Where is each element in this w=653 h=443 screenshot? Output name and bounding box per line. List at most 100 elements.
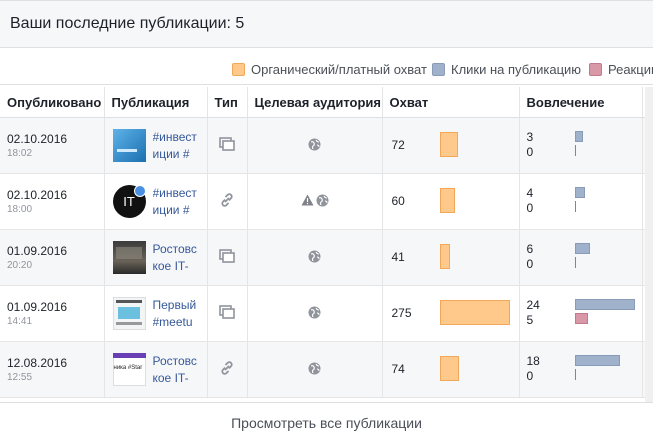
reactions-bar — [574, 201, 576, 212]
engagement-cell: 24 5 — [519, 285, 643, 342]
type-cell — [207, 285, 248, 342]
published-cell: 02.10.2016 18:00 — [0, 173, 105, 230]
post-cell[interactable]: Ростовское IT- — [104, 229, 208, 286]
page-title: Ваши последние публикации: 5 — [10, 15, 245, 32]
reactions-value: 0 — [526, 201, 534, 215]
post-title-link[interactable]: Первый #meetu — [153, 297, 199, 331]
legend-swatch-clicks — [432, 63, 445, 76]
table-row[interactable]: 02.10.2016 18:00 IT #инвестиции # 60 4 0 — [0, 173, 653, 230]
clicks-value: 4 — [526, 186, 534, 200]
post-time: 12:55 — [7, 372, 33, 383]
audience-cell — [247, 341, 383, 398]
album-icon — [219, 137, 235, 154]
globe-icon — [308, 250, 321, 266]
globe-icon — [308, 362, 321, 378]
clicks-bar — [574, 355, 620, 366]
link-icon — [219, 361, 235, 379]
post-thumbnail[interactable]: ника #Star — [112, 353, 146, 386]
reactions-bar — [574, 145, 576, 156]
column-type[interactable]: Тип — [207, 87, 248, 118]
reach-value: 72 — [391, 138, 405, 152]
reach-value: 74 — [391, 362, 405, 376]
column-reach[interactable]: Охват — [382, 87, 520, 118]
post-cell[interactable]: IT #инвестиции # — [104, 173, 208, 230]
reactions-bar — [574, 313, 588, 324]
post-title-link[interactable]: Ростовское IT- — [153, 241, 199, 275]
post-thumbnail[interactable]: IT — [112, 185, 146, 218]
column-engagement[interactable]: Вовлечение — [519, 87, 643, 118]
column-post[interactable]: Публикация — [104, 87, 208, 118]
published-cell: 02.10.2016 18:02 — [0, 117, 105, 174]
type-cell — [207, 341, 248, 398]
chart-legend: Органический/платный охват Клики на публ… — [0, 48, 653, 85]
post-time: 20:20 — [7, 260, 33, 271]
reach-cell: 275 — [382, 285, 520, 342]
post-time: 18:00 — [7, 204, 33, 215]
post-date: 01.09.2016 — [7, 244, 68, 258]
clicks-bar — [574, 243, 590, 254]
table-header-row: Опубликовано Публикация Тип Целевая ауди… — [0, 87, 653, 118]
column-published[interactable]: Опубликовано — [0, 87, 105, 118]
album-icon — [219, 249, 235, 266]
reach-value: 275 — [391, 306, 412, 320]
album-icon — [219, 305, 235, 322]
clicks-bar — [574, 131, 583, 142]
type-cell — [207, 173, 248, 230]
clicks-value: 24 — [526, 298, 540, 312]
legend-item-reach: Органический/платный охват — [232, 62, 427, 77]
legend-label-clicks: Клики на публикацию — [451, 62, 582, 77]
post-title-link[interactable]: #инвестиции # — [153, 185, 199, 219]
post-time: 14:41 — [7, 316, 33, 327]
legend-item-clicks: Клики на публикацию — [432, 62, 581, 77]
engagement-cell: 60 — [519, 229, 643, 286]
clicks-bar — [574, 299, 635, 310]
legend-label-reactions: Реакции — [608, 62, 653, 77]
post-date: 01.09.2016 — [7, 300, 68, 314]
engagement-cell: 18 0 — [519, 341, 643, 398]
audience-cell — [247, 229, 383, 286]
post-thumbnail[interactable] — [112, 129, 146, 162]
post-cell[interactable]: Первый #meetu — [104, 285, 208, 342]
table-row[interactable]: 02.10.2016 18:02 #инвестиции # 72 3 0 — [0, 117, 653, 174]
post-thumbnail[interactable] — [112, 241, 146, 274]
post-date: 02.10.2016 — [7, 132, 68, 146]
reach-bar — [439, 356, 459, 381]
reach-bar — [439, 244, 450, 269]
engagement-cell: 30 — [519, 117, 643, 174]
reach-bar — [439, 188, 455, 213]
post-thumbnail[interactable] — [112, 297, 146, 330]
column-audience[interactable]: Целевая аудитория — [247, 87, 383, 118]
reach-cell: 74 — [382, 341, 520, 398]
audience-cell — [247, 173, 383, 230]
table-row[interactable]: 12.08.2016 12:55 ника #Star Ростовское IT- 7… — [0, 341, 653, 398]
table-row[interactable]: 01.09.2016 20:20 Ростовское IT- 41 6 0 — [0, 229, 653, 286]
clicks-value: 18 — [526, 354, 540, 368]
type-cell — [207, 117, 248, 174]
post-cell[interactable]: ника #Star Ростовское IT- — [104, 341, 208, 398]
reach-cell: 41 — [382, 229, 520, 286]
published-cell: 01.09.2016 14:41 — [0, 285, 105, 342]
legend-swatch-reactions — [589, 63, 602, 76]
audience-cell — [247, 285, 383, 342]
table-scrollbar[interactable] — [645, 87, 653, 402]
post-cell[interactable]: #инвестиции # — [104, 117, 208, 174]
post-title-link[interactable]: Ростовское IT- — [153, 353, 199, 387]
post-date: 12.08.2016 — [7, 356, 68, 370]
post-title-link[interactable]: #инвестиции # — [153, 129, 199, 163]
reactions-value: 0 — [526, 369, 534, 383]
view-all-posts-link[interactable]: Просмотреть все публикации — [0, 402, 653, 443]
reach-bar — [439, 132, 458, 157]
post-time: 18:02 — [7, 148, 33, 159]
clicks-value: 3 — [526, 130, 534, 144]
reach-cell: 72 — [382, 117, 520, 174]
table-row[interactable]: 01.09.2016 14:41 Первый #meetu 275 24 5 — [0, 285, 653, 342]
recent-posts-panel: Ваши последние публикации: 5 Органически… — [0, 0, 653, 443]
legend-label-reach: Органический/платный охват — [251, 62, 427, 77]
reactions-bar — [574, 257, 576, 268]
link-icon — [219, 193, 235, 211]
panel-header: Ваши последние публикации: 5 — [0, 1, 653, 48]
reactions-bar — [574, 369, 576, 380]
reactions-value: 5 — [526, 313, 534, 327]
reactions-value: 0 — [526, 257, 534, 271]
legend-swatch-reach — [232, 63, 245, 76]
